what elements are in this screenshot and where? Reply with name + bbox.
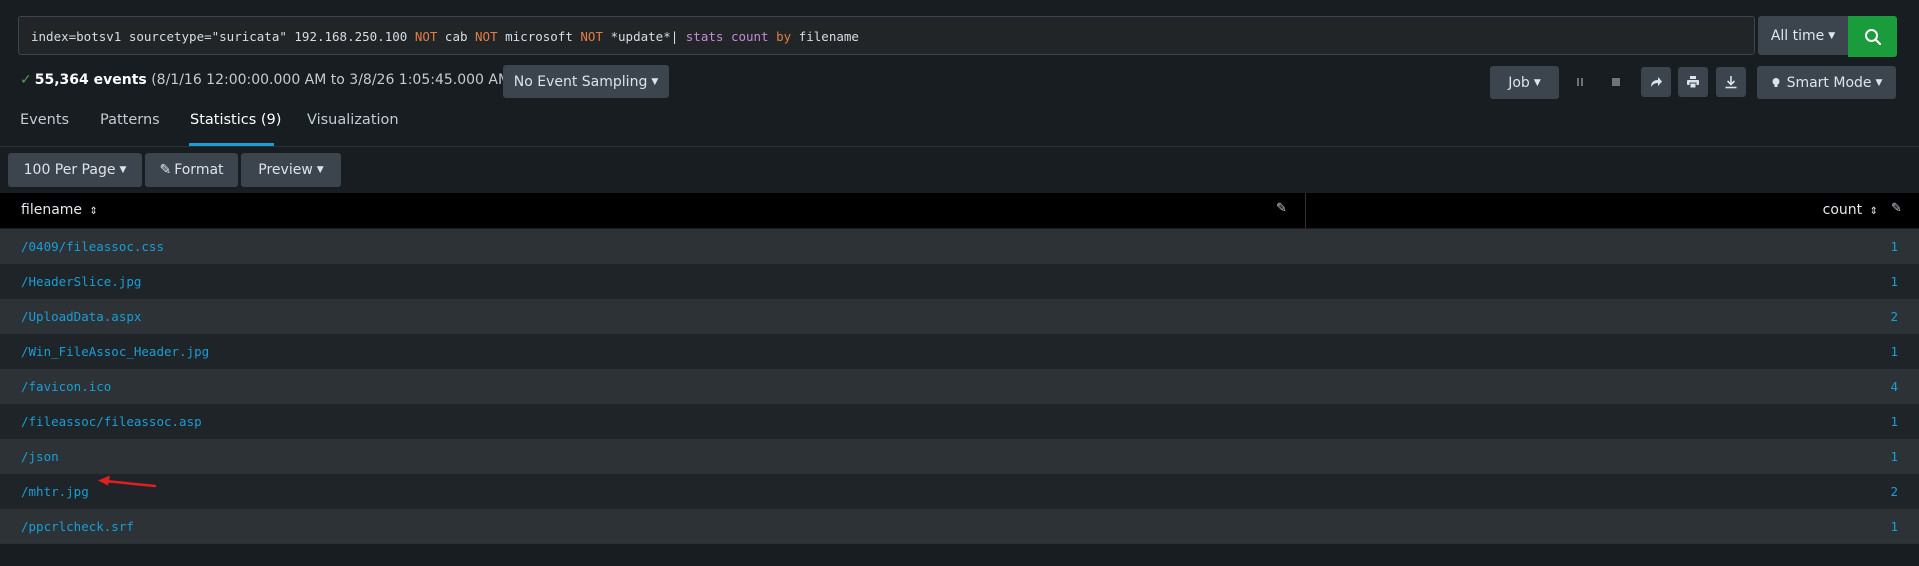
share-icon	[1651, 77, 1662, 87]
query-token-plain: cab	[437, 29, 476, 44]
column-header-filename[interactable]: filename ⇕	[21, 202, 98, 218]
print-button[interactable]	[1678, 67, 1708, 97]
tab-statistics[interactable]: Statistics (9)	[190, 112, 281, 128]
query-token-plain	[769, 29, 777, 44]
count-cell[interactable]: 1	[1890, 274, 1898, 289]
count-cell[interactable]: 4	[1890, 379, 1898, 394]
count-cell[interactable]: 2	[1890, 484, 1898, 499]
count-cell[interactable]: 1	[1890, 449, 1898, 464]
stop-icon	[1612, 78, 1620, 86]
chevron-down-icon: ▼	[1828, 30, 1836, 41]
edit-column-icon[interactable]: ✎	[1276, 201, 1287, 216]
tab-patterns[interactable]: Patterns	[100, 112, 160, 128]
preview-label: Preview	[258, 162, 313, 178]
tabs-divider	[0, 146, 1919, 147]
pause-button[interactable]	[1565, 67, 1595, 97]
time-span: (8/1/16 12:00:00.000 AM to 3/8/26 1:05:4…	[151, 72, 516, 88]
lightbulb-icon	[1772, 77, 1780, 87]
filename-cell[interactable]: /0409/fileassoc.css	[21, 239, 164, 254]
print-icon	[1687, 76, 1699, 89]
count-cell[interactable]: 1	[1890, 414, 1898, 429]
filename-cell[interactable]: /mhtr.jpg	[21, 484, 89, 499]
filename-cell[interactable]: /ppcrlcheck.srf	[21, 519, 134, 534]
table-row: /HeaderSlice.jpg 1	[0, 264, 1919, 299]
event-count: 55,364 events	[34, 72, 147, 88]
column-header-label: filename	[21, 202, 83, 218]
query-token-cmd: stats	[685, 29, 724, 44]
table-bottom-border	[0, 543, 1919, 544]
count-cell[interactable]: 1	[1890, 344, 1898, 359]
query-token-not: NOT	[475, 29, 498, 44]
chevron-down-icon: ▼	[316, 165, 324, 175]
sort-icon: ⇕	[1869, 206, 1878, 217]
pause-icon	[1577, 78, 1583, 86]
stop-button[interactable]	[1601, 67, 1631, 97]
table-row: /favicon.ico 4	[0, 369, 1919, 404]
event-sampling-dropdown[interactable]: No Event Sampling ▼	[503, 65, 669, 98]
table-row: /json 1	[0, 439, 1919, 474]
column-divider	[1305, 193, 1306, 228]
filename-cell[interactable]: /UploadData.aspx	[21, 309, 141, 324]
table-row: /fileassoc/fileassoc.asp 1	[0, 404, 1919, 439]
results-table-header: filename ⇕ ✎ count ⇕ ✎	[0, 193, 1919, 228]
search-mode-dropdown[interactable]: Smart Mode ▼	[1757, 66, 1896, 99]
search-query-text[interactable]: index=botsv1 sourcetype="suricata" 192.1…	[31, 29, 859, 44]
edit-column-icon[interactable]: ✎	[1891, 201, 1902, 216]
time-range-label: All time	[1770, 27, 1825, 44]
query-token-plain: index=botsv1 sourcetype="suricata" 192.1…	[31, 29, 415, 44]
table-row: /0409/fileassoc.css 1	[0, 229, 1919, 264]
query-token-not: NOT	[580, 29, 603, 44]
query-token-plain: *update*|	[602, 29, 686, 44]
count-cell[interactable]: 1	[1890, 519, 1898, 534]
format-label: Format	[174, 162, 224, 178]
annotation-arrow-icon	[98, 475, 157, 488]
count-cell[interactable]: 2	[1890, 309, 1898, 324]
event-sampling-label: No Event Sampling	[513, 73, 648, 90]
tab-events[interactable]: Events	[20, 112, 69, 128]
sort-icon: ⇕	[89, 206, 98, 217]
share-button[interactable]	[1641, 67, 1671, 97]
query-token-plain: microsoft	[497, 29, 581, 44]
chevron-down-icon: ▼	[119, 165, 127, 175]
query-token-by: by	[776, 29, 792, 44]
download-icon	[1725, 76, 1737, 89]
filename-cell[interactable]: /favicon.ico	[21, 379, 111, 394]
chevron-down-icon: ▼	[1875, 77, 1883, 88]
query-token-plain: filename	[791, 29, 859, 44]
time-range-picker[interactable]: All time ▼	[1758, 16, 1848, 55]
per-page-dropdown[interactable]: 100 Per Page ▼	[8, 153, 142, 187]
filename-cell[interactable]: /json	[21, 449, 59, 464]
table-row: /mhtr.jpg 2	[0, 474, 1919, 509]
search-input[interactable]: index=botsv1 sourcetype="suricata" 192.1…	[18, 16, 1755, 55]
filename-cell[interactable]: /Win_FileAssoc_Header.jpg	[21, 344, 209, 359]
pencil-icon: ✎	[159, 162, 172, 178]
search-icon	[1864, 28, 1881, 45]
preview-dropdown[interactable]: Preview ▼	[241, 153, 341, 187]
table-row: /ppcrlcheck.srf 1	[0, 509, 1919, 544]
count-cell[interactable]: 1	[1890, 239, 1898, 254]
search-status: ✓ 55,364 events (8/1/16 12:00:00.000 AM t…	[20, 72, 516, 88]
filename-cell[interactable]: /HeaderSlice.jpg	[21, 274, 141, 289]
export-button[interactable]	[1716, 67, 1746, 97]
job-label: Job	[1508, 74, 1530, 91]
table-row: /UploadData.aspx 2	[0, 299, 1919, 334]
format-button[interactable]: ✎ Format	[145, 153, 238, 187]
per-page-label: 100 Per Page	[23, 162, 116, 178]
column-header-label: count	[1822, 202, 1863, 218]
chevron-down-icon: ▼	[1533, 77, 1541, 88]
chevron-down-icon: ▼	[651, 76, 659, 87]
query-token-plain	[723, 29, 731, 44]
query-token-cmd: count	[730, 29, 769, 44]
tab-visualization[interactable]: Visualization	[307, 112, 399, 128]
checkmark-icon: ✓	[20, 72, 32, 88]
job-menu-button[interactable]: Job ▼	[1490, 66, 1559, 99]
search-button[interactable]	[1848, 16, 1897, 57]
table-row: /Win_FileAssoc_Header.jpg 1	[0, 334, 1919, 369]
search-mode-label: Smart Mode	[1786, 74, 1872, 91]
column-header-count[interactable]: count ⇕	[1823, 202, 1878, 218]
filename-cell[interactable]: /fileassoc/fileassoc.asp	[21, 414, 202, 429]
query-token-not: NOT	[414, 29, 438, 44]
